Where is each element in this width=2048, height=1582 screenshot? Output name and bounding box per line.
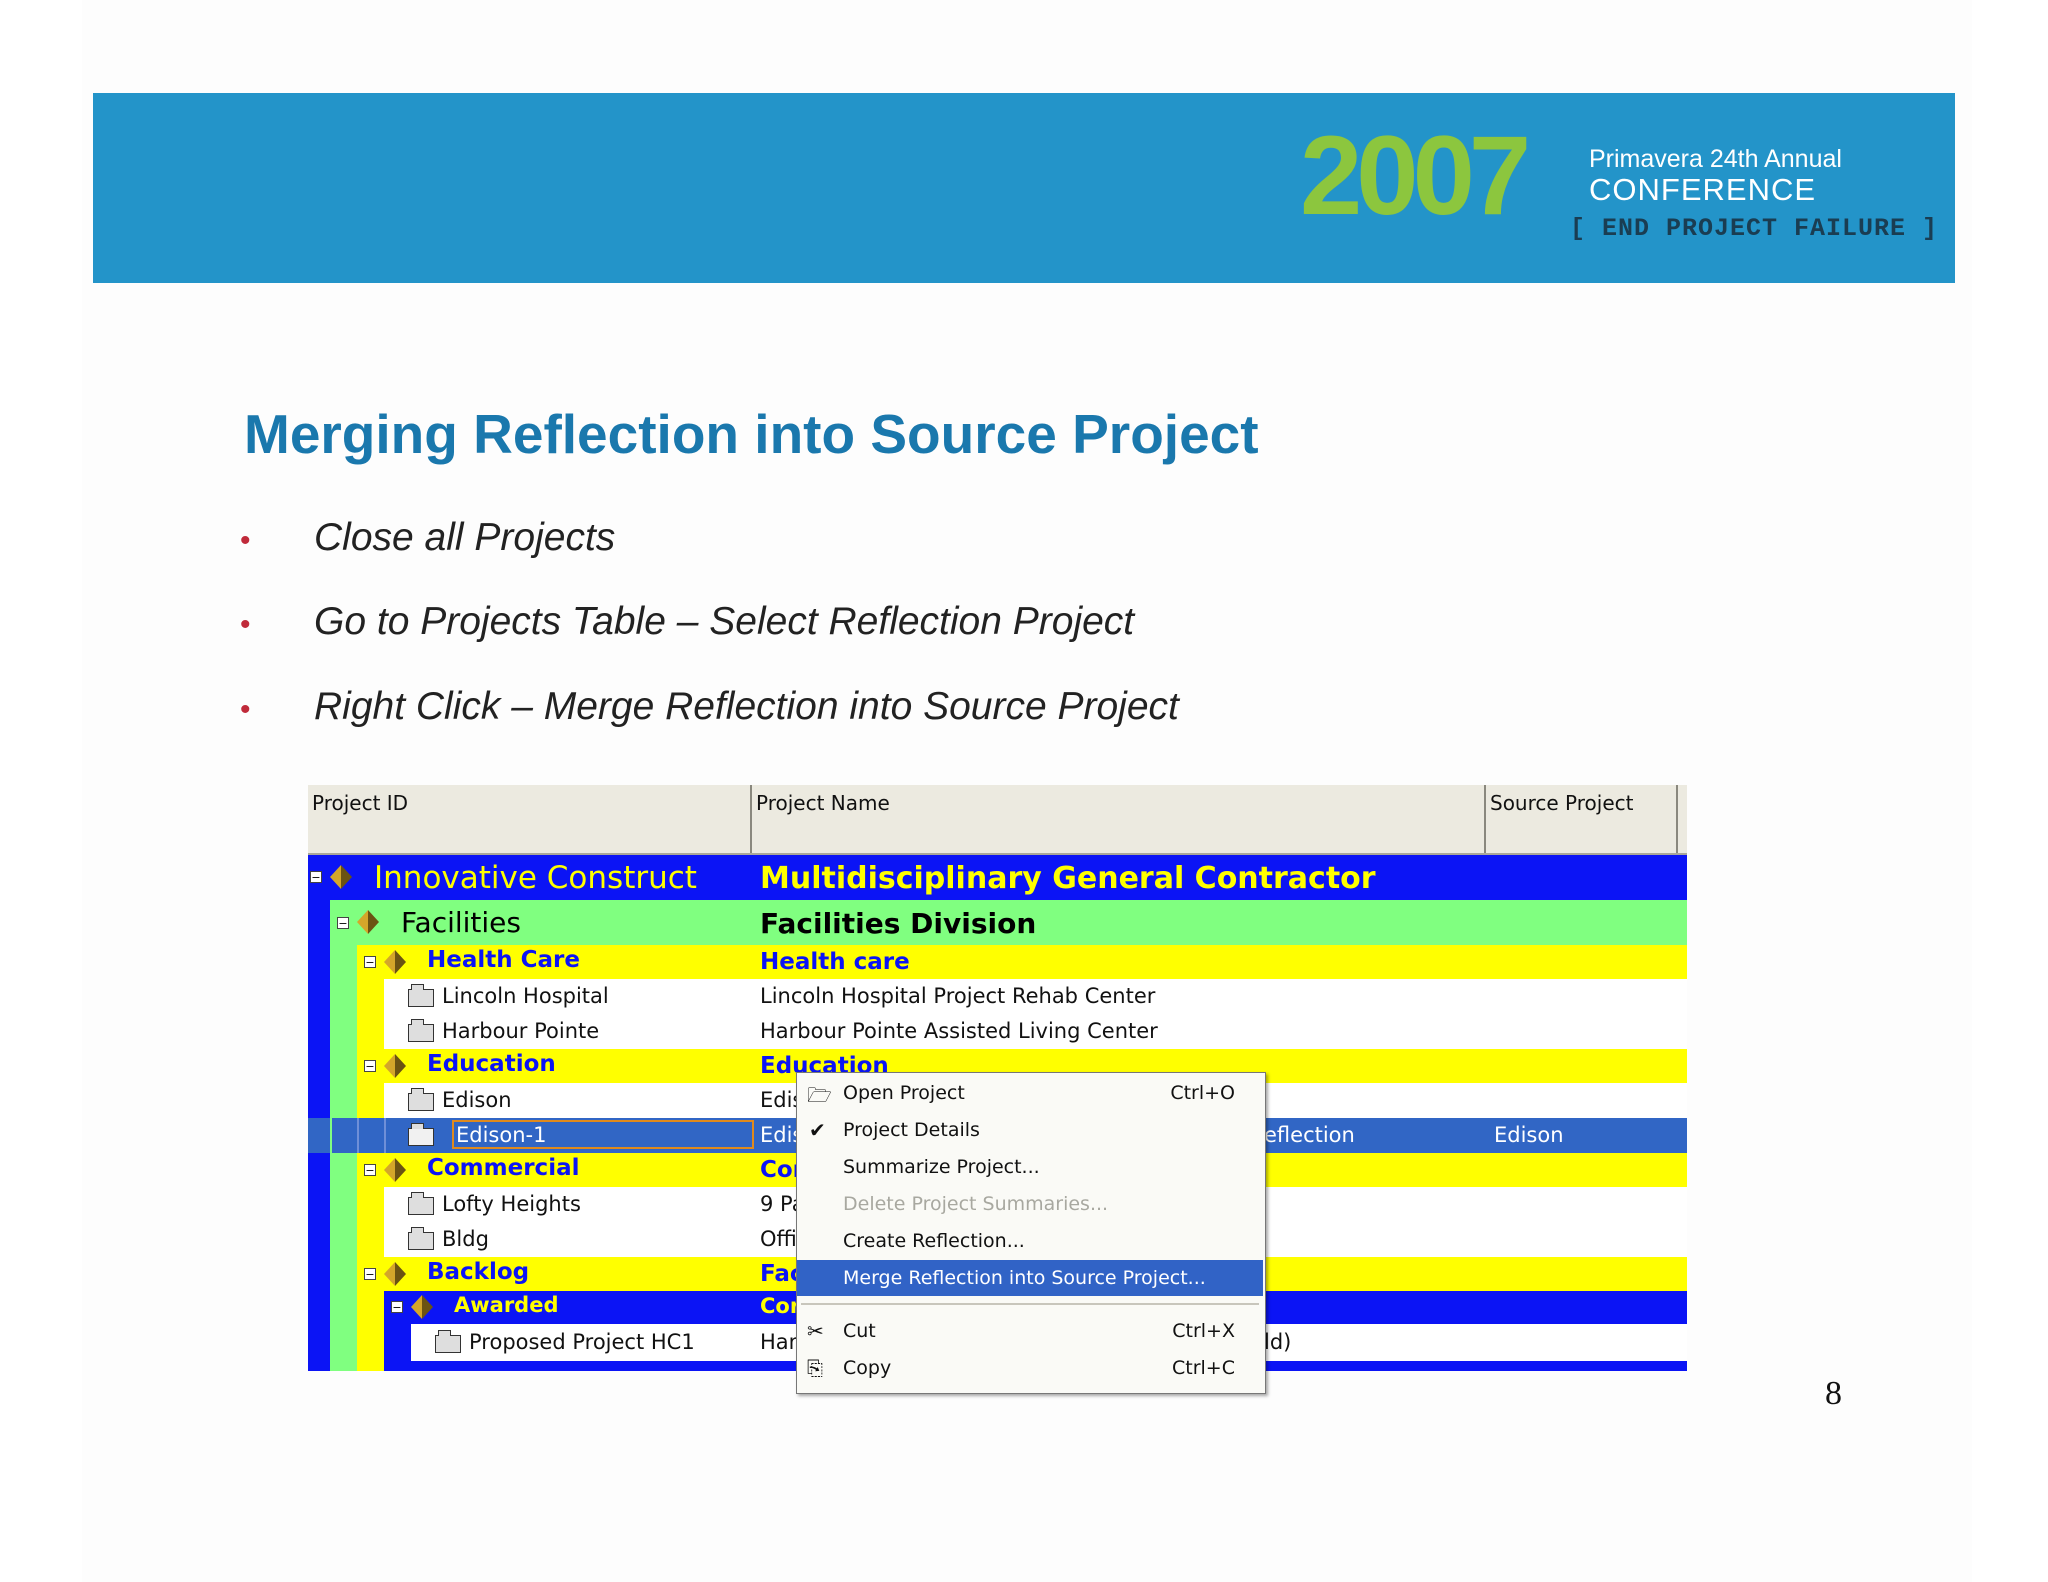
project-id: Edison-1 (456, 1123, 547, 1147)
project-name: Harbour Pointe Assisted Living Center (760, 1019, 1158, 1043)
bullet-3: • Right Click – Merge Reflection into Sou… (240, 685, 1179, 729)
bullet-text: Close all Projects (314, 516, 616, 559)
table-row[interactable]: Lincoln Hospital Lincoln Hospital Projec… (384, 979, 1687, 1015)
project-name: Health care (760, 949, 910, 975)
bullet-2: • Go to Projects Table – Select Reflectio… (240, 600, 1134, 644)
project-folder-icon (408, 1227, 434, 1250)
project-id: Bldg (442, 1227, 489, 1251)
project-name: Multidisciplinary General Contractor (760, 861, 1376, 896)
open-folder-icon: 🗁 (807, 1083, 832, 1107)
level-bar (357, 1118, 359, 1153)
project-name: Cor (760, 1294, 801, 1318)
collapse-icon[interactable]: − (337, 917, 349, 929)
source-project: Edison (1494, 1123, 1564, 1147)
menu-item-delete-project-summaries: Delete Project Summaries... (843, 1193, 1109, 1215)
project-id: Proposed Project HC1 (469, 1330, 695, 1354)
project-id: Education (427, 1051, 556, 1077)
eps-icon-shade (395, 1158, 406, 1182)
project-id: Facilities (401, 906, 521, 939)
project-id: Backlog (427, 1259, 530, 1285)
menu-item-create-reflection[interactable]: Create Reflection... (797, 1223, 1263, 1259)
project-id: Lincoln Hospital (442, 984, 609, 1008)
project-name: Lincoln Hospital Project Rehab Center (760, 984, 1156, 1008)
project-folder-icon (408, 984, 434, 1007)
project-id: Health Care (427, 947, 580, 973)
collapse-icon[interactable]: − (391, 1301, 403, 1313)
project-status: eflection (1264, 1123, 1355, 1147)
context-menu: 🗁 Open Project Ctrl+O ✔ Project Details … (796, 1072, 1266, 1394)
table-row[interactable]: Harbour Pointe Harbour Pointe Assisted L… (384, 1014, 1687, 1049)
eps-icon (384, 1158, 395, 1182)
eps-icon-shade (341, 865, 352, 889)
level-bar (357, 1187, 384, 1257)
eps-icon-shade (395, 1054, 406, 1078)
collapse-icon[interactable]: − (364, 956, 376, 968)
page-number: 8 (1825, 1375, 1842, 1412)
bullet-text: Right Click – Merge Reflection into Sour… (314, 685, 1179, 728)
eps-icon (411, 1295, 422, 1319)
collapse-icon[interactable]: − (364, 1268, 376, 1280)
eps-icon (384, 1262, 395, 1286)
menu-item-summarize-project[interactable]: Summarize Project... (797, 1149, 1263, 1185)
eps-icon-shade (422, 1295, 433, 1319)
project-name: Facilities Division (760, 907, 1037, 940)
level-bar (330, 945, 357, 1371)
eps-icon-shade (395, 950, 406, 974)
eps-icon-shade (395, 1262, 406, 1286)
copy-icon: ⎘ (807, 1356, 823, 1380)
menu-item-open-project[interactable]: 🗁 Open Project Ctrl+O (797, 1075, 1263, 1111)
level-bar (384, 1324, 411, 1371)
level-bar (357, 979, 384, 1049)
logo-tagline: [ END PROJECT FAILURE ] (1570, 214, 1939, 243)
checkmark-icon: ✔ (809, 1118, 826, 1142)
collapse-icon[interactable]: − (364, 1060, 376, 1072)
level-bar (357, 1291, 384, 1371)
bullet-text: Go to Projects Table – Select Reflection… (314, 600, 1135, 643)
menu-item-copy[interactable]: ⎘ Copy Ctrl+C (797, 1350, 1263, 1386)
bullet-dot-icon: • (240, 608, 251, 641)
menu-item-merge-reflection[interactable]: Merge Reflection into Source Project... (797, 1260, 1263, 1296)
bullet-dot-icon: • (240, 524, 251, 557)
reflection-project-icon (408, 1123, 434, 1146)
table-row[interactable]: − Innovative Construct Multidisciplinary… (308, 855, 1687, 900)
menu-item-cut[interactable]: ✂ Cut Ctrl+X (797, 1313, 1263, 1349)
project-id: Awarded (454, 1293, 559, 1317)
eps-icon (384, 1054, 395, 1078)
project-folder-icon (408, 1088, 434, 1111)
logo-line-1: Primavera 24th Annual (1589, 145, 1842, 173)
logo-line-2: CONFERENCE (1589, 172, 1817, 207)
table-header: Project ID Project Name Source Project (308, 785, 1687, 855)
project-id: Edison (442, 1088, 512, 1112)
eps-icon (384, 950, 395, 974)
level-bar (330, 1118, 332, 1153)
table-row[interactable]: − Facilities Facilities Division (330, 900, 1687, 945)
menu-item-project-details[interactable]: ✔ Project Details (797, 1112, 1263, 1148)
column-header-source-project[interactable]: Source Project (1486, 785, 1678, 853)
table-row[interactable]: − Health Care Health care (357, 945, 1687, 979)
column-header-project-id[interactable]: Project ID (308, 785, 752, 853)
logo-year: 2007 (1300, 113, 1531, 238)
menu-separator (801, 1303, 1259, 1305)
project-folder-icon (408, 1192, 434, 1215)
level-bar (384, 1118, 386, 1153)
eps-icon-shade (368, 910, 379, 934)
bullet-dot-icon: • (240, 693, 251, 726)
project-status: ld) (1264, 1330, 1292, 1354)
bullet-1: • Close all Projects (240, 516, 615, 560)
project-folder-icon (435, 1330, 461, 1353)
slide-title: Merging Reflection into Source Project (244, 403, 1259, 465)
project-id: Commercial (427, 1155, 580, 1181)
collapse-icon[interactable]: − (310, 871, 322, 883)
project-id: Innovative Construct (374, 860, 697, 896)
project-id: Lofty Heights (442, 1192, 581, 1216)
project-id: Harbour Pointe (442, 1019, 600, 1043)
column-header-project-name[interactable]: Project Name (752, 785, 1486, 853)
eps-icon (330, 865, 341, 889)
level-bar (357, 1083, 384, 1118)
scissors-icon: ✂ (807, 1319, 824, 1343)
eps-icon (357, 910, 368, 934)
collapse-icon[interactable]: − (364, 1164, 376, 1176)
project-folder-icon (408, 1019, 434, 1042)
